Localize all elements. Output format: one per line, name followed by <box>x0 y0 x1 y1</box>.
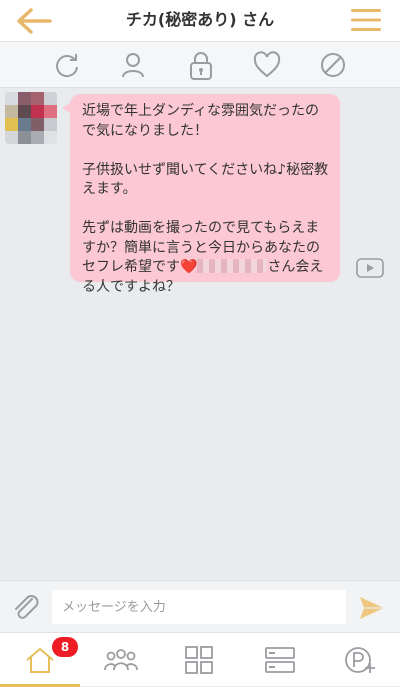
block-button[interactable] <box>318 50 348 80</box>
nav-points[interactable] <box>320 633 400 687</box>
user-profile-icon <box>122 53 144 78</box>
refresh-icon <box>56 54 78 78</box>
nav-list[interactable] <box>240 633 320 687</box>
action-toolbar <box>0 42 400 88</box>
heart-emoji: ❤️ <box>180 259 198 275</box>
notification-badge: 8 <box>52 637 78 657</box>
menu-button[interactable] <box>350 6 382 34</box>
video-play-icon <box>356 258 384 278</box>
message-bubble: 近場で年上ダンディな雰囲気だったので気になりました！ 子供扱いせず聞いてください… <box>62 94 340 295</box>
secret-lock-button[interactable] <box>186 50 216 80</box>
profile-button[interactable] <box>118 50 148 80</box>
block-icon <box>321 53 345 77</box>
paperclip-icon <box>15 595 39 619</box>
back-button[interactable] <box>14 6 54 36</box>
heart-icon <box>253 51 281 78</box>
chat-area: 近場で年上ダンディな雰囲気だったので気になりました！ 子供扱いせず聞いてください… <box>0 88 400 580</box>
message-composer <box>0 580 400 632</box>
nav-home[interactable]: 8 <box>0 633 80 687</box>
video-play-button[interactable] <box>356 258 384 278</box>
nav-groups[interactable] <box>80 633 160 687</box>
favorite-button[interactable] <box>252 50 282 80</box>
grid-icon <box>185 646 213 674</box>
lock-icon <box>190 52 212 80</box>
nav-board[interactable] <box>160 633 240 687</box>
header: チカ(秘密あり) さん <box>0 0 400 42</box>
send-icon <box>360 597 384 619</box>
attach-button[interactable] <box>10 593 42 623</box>
hamburger-menu-icon <box>351 9 381 31</box>
page-title: チカ(秘密あり) さん <box>125 10 275 29</box>
message-input[interactable] <box>52 590 346 624</box>
message-paragraph-3: 先ずは動画を撮ったので見てもらえますか？簡単に言うと今日からあなたのセフレ希望で… <box>82 219 330 297</box>
points-icon <box>345 647 375 673</box>
bottom-navigation: 8 <box>0 632 400 687</box>
avatar[interactable] <box>5 92 57 144</box>
message-paragraph-2: 子供扱いせず聞いてくださいね♪秘密教えます。 <box>82 161 329 198</box>
list-icon <box>265 647 295 673</box>
back-arrow-icon <box>17 8 52 34</box>
refresh-button[interactable] <box>52 50 82 80</box>
home-icon <box>26 647 54 673</box>
group-icon <box>104 649 138 671</box>
masked-username <box>197 259 268 273</box>
message-paragraph-1: 近場で年上ダンディな雰囲気だったので気になりました！ <box>82 103 320 139</box>
send-button[interactable] <box>358 595 386 621</box>
